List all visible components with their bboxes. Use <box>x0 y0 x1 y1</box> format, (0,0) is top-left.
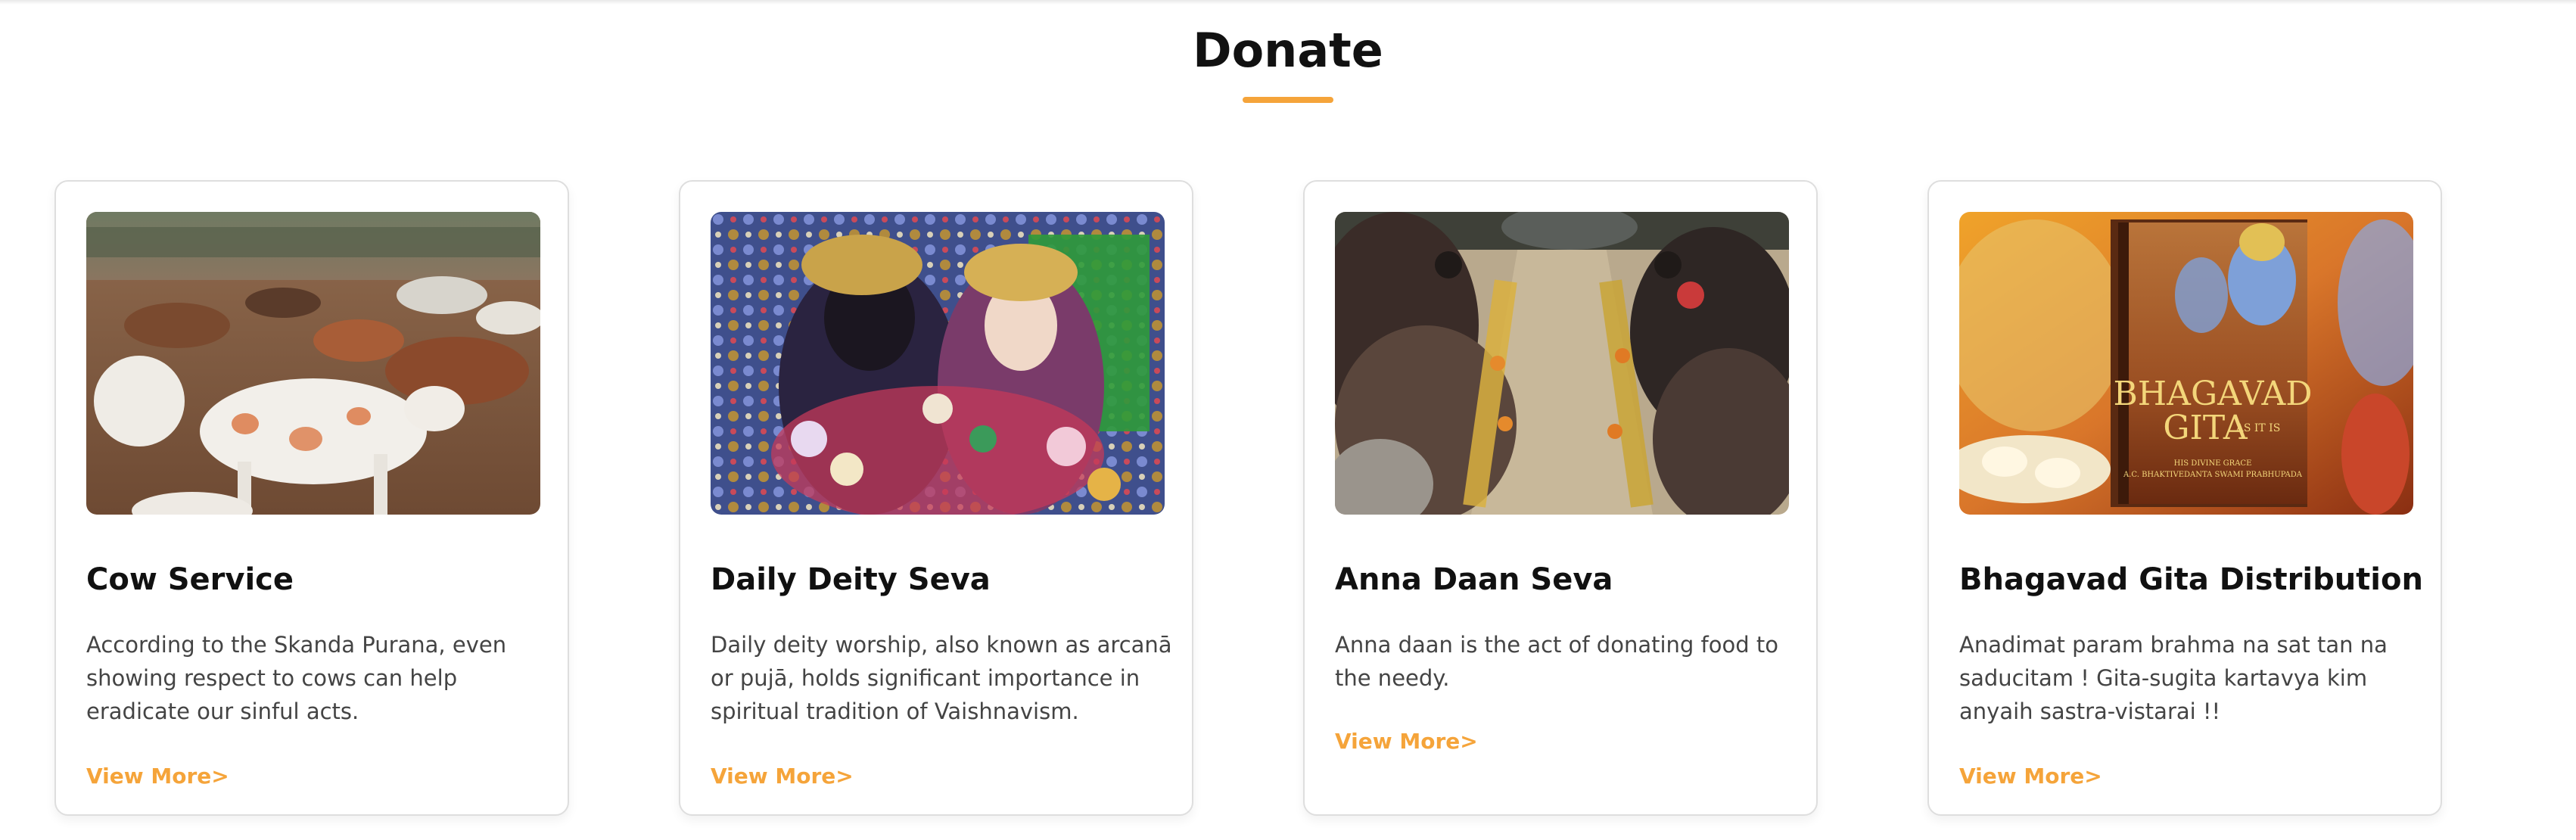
book-subtitle: AS IT IS <box>2235 422 2281 434</box>
card-title: Bhagavad Gita Distribution <box>1959 562 2423 597</box>
view-more-link[interactable]: View More> <box>1959 763 2102 790</box>
card-description: According to the Skanda Purana, even sho… <box>86 632 507 724</box>
section-title: Donate <box>1193 23 1383 78</box>
title-underline <box>1243 97 1333 103</box>
card-title: Anna Daan Seva <box>1335 562 1613 597</box>
card-title: Daily Deity Seva <box>711 562 991 597</box>
donation-card-daily-deity-seva: Daily Deity Seva Daily deity worship, al… <box>679 180 1193 816</box>
deities-photo <box>711 212 1165 515</box>
card-description: Anna daan is the act of donating food to… <box>1335 632 1778 691</box>
card-description: Daily deity worship, also known as arcan… <box>711 632 1172 724</box>
food-distribution-photo <box>1335 212 1789 515</box>
view-more-link[interactable]: View More> <box>1335 728 1478 755</box>
bhagavad-gita-cover-image: BHAGAVAD GITA AS IT IS HIS DIVINE GRACE … <box>1959 212 2413 515</box>
book-author-line1: HIS DIVINE GRACE <box>2174 459 2252 468</box>
header-shadow <box>0 0 2576 5</box>
view-more-link[interactable]: View More> <box>711 763 854 790</box>
donation-card-bhagavad-gita-distribution: BHAGAVAD GITA AS IT IS HIS DIVINE GRACE … <box>1927 180 2442 816</box>
view-more-link[interactable]: View More> <box>86 763 229 790</box>
cows-photo <box>86 212 540 515</box>
card-description: Anadimat param brahma na sat tan na sadu… <box>1959 632 2388 724</box>
book-author-line2: A.C. BHAKTIVEDANTA SWAMI PRABHUPADA <box>2123 471 2303 479</box>
donation-card-cow-service: Cow Service According to the Skanda Pura… <box>54 180 569 816</box>
donation-card-anna-daan-seva: Anna Daan Seva Anna daan is the act of d… <box>1303 180 1818 816</box>
card-title: Cow Service <box>86 562 294 597</box>
book-title-line1: BHAGAVAD <box>2113 375 2312 413</box>
donate-section: Donate Cow Service According to the Skan… <box>0 0 2576 840</box>
